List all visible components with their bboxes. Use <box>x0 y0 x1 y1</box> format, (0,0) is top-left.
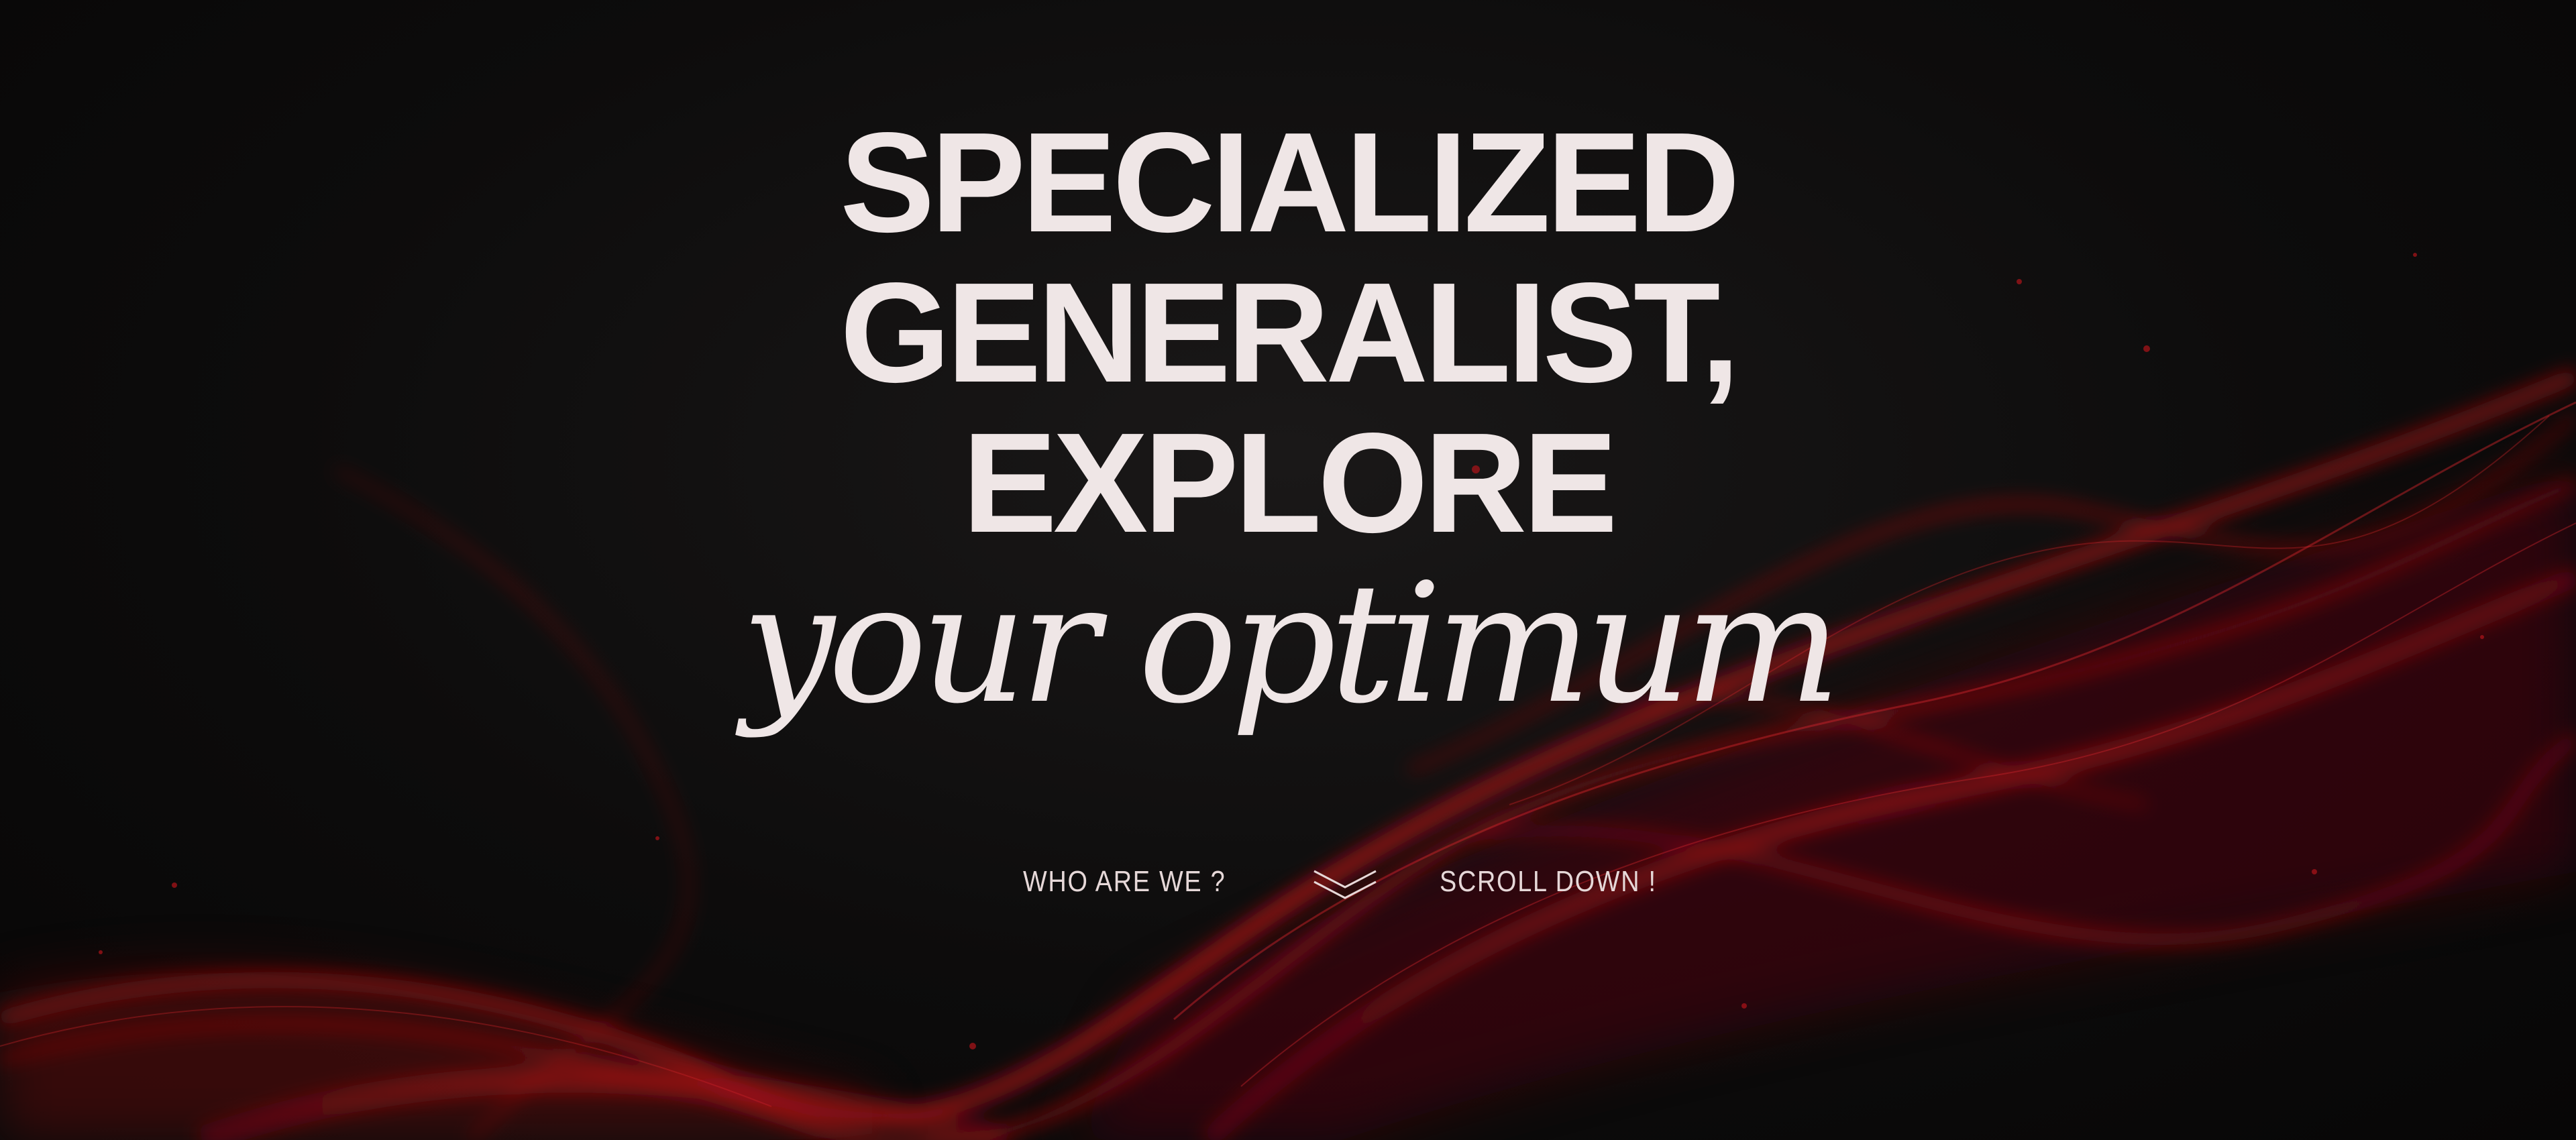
who-are-we-link[interactable]: WHO ARE WE ? <box>1023 860 1226 903</box>
double-chevron-down-icon[interactable] <box>1311 863 1379 903</box>
headline-line-4: your optimum <box>741 549 1841 740</box>
headline-line-2: GENERALIST, <box>840 253 1740 412</box>
headline-line-1: SPECIALIZED <box>840 103 1740 262</box>
hero-headline: SPECIALIZED GENERALIST, EXPLORE your opt… <box>0 103 2576 740</box>
headline-line-3: EXPLORE <box>962 403 1617 562</box>
hero-nav: WHO ARE WE ? SCROLL DOWN ! <box>0 860 2576 907</box>
scroll-down-link[interactable]: SCROLL DOWN ! <box>1440 860 1657 903</box>
hero-section: SPECIALIZED GENERALIST, EXPLORE your opt… <box>0 0 2576 1140</box>
